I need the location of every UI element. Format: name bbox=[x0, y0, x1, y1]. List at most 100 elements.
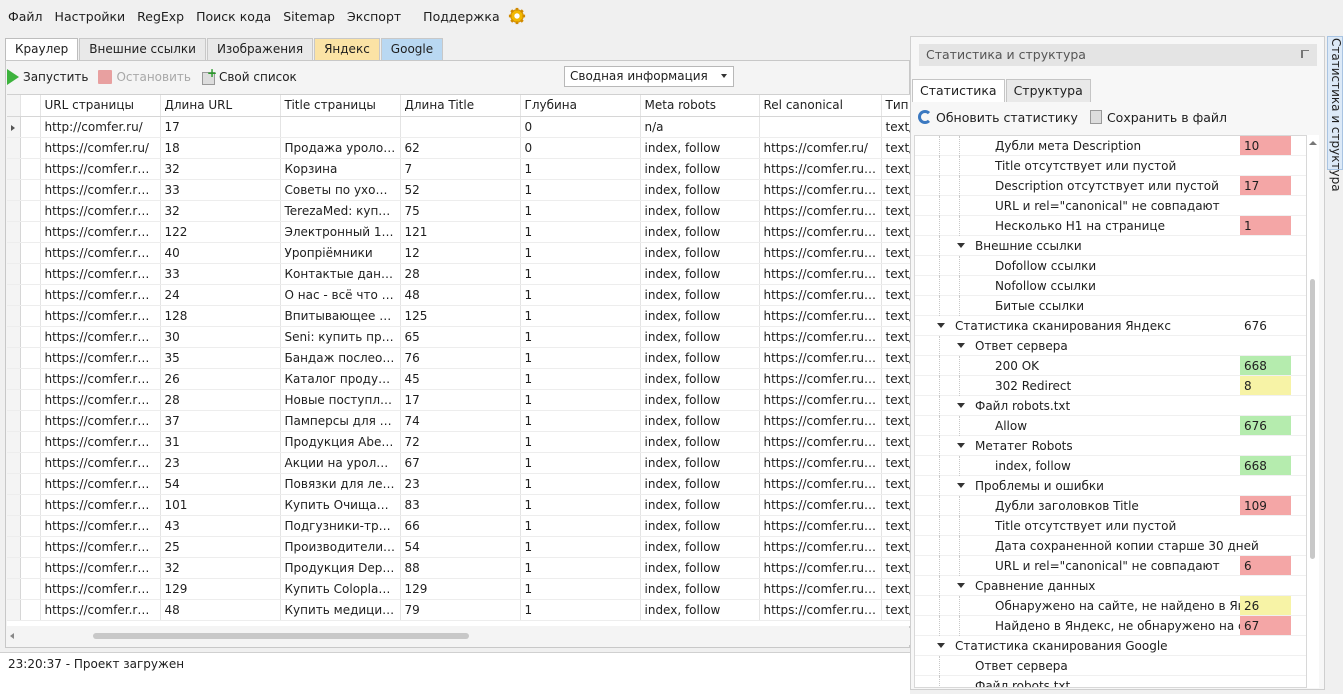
menu-settings[interactable]: Настройки bbox=[49, 9, 132, 24]
cell-url[interactable]: https://comfer.ru/b... bbox=[40, 200, 161, 222]
cell-empty[interactable] bbox=[20, 557, 41, 579]
row-header[interactable] bbox=[7, 599, 21, 621]
cell-rel-canonical[interactable]: https://comfer.ru/c... bbox=[759, 242, 882, 264]
cell-url[interactable]: https://comfer.ru/c... bbox=[40, 410, 161, 432]
tree-scrollbar-thumb[interactable] bbox=[1310, 279, 1315, 559]
view-select[interactable]: Сводная информация bbox=[564, 66, 734, 87]
cell-content-type[interactable]: text/ bbox=[881, 578, 910, 600]
cell-empty[interactable] bbox=[20, 494, 41, 516]
cell-title-length[interactable]: 74 bbox=[400, 410, 521, 432]
cell-title[interactable]: Продукция Depen... bbox=[280, 557, 401, 579]
tree-node[interactable]: Проблемы и ошибки bbox=[915, 476, 1306, 496]
cell-content-type[interactable]: text/ bbox=[881, 557, 910, 579]
cell-url[interactable]: https://comfer.ru/a... bbox=[40, 263, 161, 285]
cell-content-type[interactable]: text/ bbox=[881, 536, 910, 558]
cell-depth[interactable]: 1 bbox=[520, 326, 641, 348]
row-header[interactable] bbox=[7, 410, 21, 432]
cell-url-length[interactable]: 32 bbox=[160, 557, 281, 579]
tree-node[interactable]: index, follow 668 bbox=[915, 456, 1306, 476]
tree-node[interactable]: 302 Redirect 8 bbox=[915, 376, 1306, 396]
table-row[interactable]: https://comfer.ru/c... 122 Электронный 10-… bbox=[7, 221, 910, 243]
column-header-title-length[interactable]: Длина Title bbox=[400, 95, 521, 117]
cell-rel-canonical[interactable]: https://comfer.ru/c... bbox=[759, 599, 882, 621]
tree-node[interactable]: Dofollow ссылки bbox=[915, 256, 1306, 276]
cell-title[interactable]: Корзина bbox=[280, 158, 401, 180]
cell-empty[interactable] bbox=[20, 347, 41, 369]
row-header[interactable] bbox=[7, 116, 21, 138]
cell-title-length[interactable]: 67 bbox=[400, 452, 521, 474]
cell-content-type[interactable]: text/ bbox=[881, 452, 910, 474]
expand-toggle-icon[interactable] bbox=[957, 443, 965, 448]
cell-depth[interactable]: 1 bbox=[520, 263, 641, 285]
cell-title[interactable]: Каталог продукци... bbox=[280, 368, 401, 390]
tree-node[interactable]: Дубли заголовков Title 109 bbox=[915, 496, 1306, 516]
cell-rel-canonical[interactable]: https://comfer.ru/ bbox=[759, 137, 882, 159]
cell-rel-canonical[interactable]: https://comfer.ru/c... bbox=[759, 494, 882, 516]
cell-url-length[interactable]: 128 bbox=[160, 305, 281, 327]
cell-rel-canonical[interactable]: https://comfer.ru/b... bbox=[759, 536, 882, 558]
table-row[interactable]: https://comfer.ru/c... 40 Уропріёмники 12 1 i… bbox=[7, 242, 910, 264]
cell-url-length[interactable]: 33 bbox=[160, 179, 281, 201]
tree-node[interactable]: Статистика сканирования Яндекс 676 bbox=[915, 316, 1306, 336]
scroll-up-icon[interactable] bbox=[1309, 141, 1317, 145]
row-header[interactable] bbox=[7, 494, 21, 516]
start-button[interactable]: Запустить bbox=[7, 69, 88, 85]
cell-url[interactable]: https://comfer.ru/a... bbox=[40, 284, 161, 306]
cell-rel-canonical[interactable] bbox=[759, 116, 882, 138]
cell-url[interactable]: https://comfer.ru/c... bbox=[40, 515, 161, 537]
cell-meta-robots[interactable]: index, follow bbox=[640, 263, 760, 285]
cell-title[interactable]: Советы по уходу з... bbox=[280, 179, 401, 201]
menu-sitemap[interactable]: Sitemap bbox=[277, 9, 341, 24]
cell-depth[interactable]: 1 bbox=[520, 578, 641, 600]
cell-title-length[interactable]: 88 bbox=[400, 557, 521, 579]
cell-title-length[interactable]: 75 bbox=[400, 200, 521, 222]
cell-depth[interactable]: 1 bbox=[520, 473, 641, 495]
expand-toggle-icon[interactable] bbox=[957, 343, 965, 348]
cell-empty[interactable] bbox=[20, 410, 41, 432]
cell-content-type[interactable]: text/ bbox=[881, 179, 910, 201]
cell-title[interactable]: Продажа урологи... bbox=[280, 137, 401, 159]
cell-title[interactable] bbox=[280, 116, 401, 138]
cell-url-length[interactable]: 54 bbox=[160, 473, 281, 495]
cell-title-length[interactable]: 52 bbox=[400, 179, 521, 201]
pin-icon[interactable] bbox=[1301, 50, 1309, 58]
cell-meta-robots[interactable]: index, follow bbox=[640, 515, 760, 537]
cell-url-length[interactable]: 122 bbox=[160, 221, 281, 243]
cell-title-length[interactable]: 17 bbox=[400, 389, 521, 411]
table-row[interactable]: https://comfer.ru/c... 101 Купить Очищающ.… bbox=[7, 494, 910, 516]
cell-rel-canonical[interactable]: https://comfer.ru/c... bbox=[759, 410, 882, 432]
cell-title[interactable]: Подгузники-труси... bbox=[280, 515, 401, 537]
row-header[interactable] bbox=[7, 263, 21, 285]
cell-content-type[interactable]: text/ bbox=[881, 389, 910, 411]
cell-meta-robots[interactable]: index, follow bbox=[640, 347, 760, 369]
cell-rel-canonical[interactable]: https://comfer.ru/c... bbox=[759, 515, 882, 537]
row-header[interactable] bbox=[7, 452, 21, 474]
horizontal-scrollbar[interactable] bbox=[7, 628, 910, 645]
cell-empty[interactable] bbox=[20, 116, 41, 138]
row-header[interactable] bbox=[7, 431, 21, 453]
cell-url[interactable]: http://comfer.ru/ bbox=[40, 116, 161, 138]
cell-empty[interactable] bbox=[20, 284, 41, 306]
cell-title-length[interactable]: 7 bbox=[400, 158, 521, 180]
cell-content-type[interactable]: text/ bbox=[881, 599, 910, 621]
cell-url[interactable]: https://comfer.ru/c... bbox=[40, 242, 161, 264]
expand-toggle-icon[interactable] bbox=[937, 323, 945, 328]
cell-empty[interactable] bbox=[20, 536, 41, 558]
cell-meta-robots[interactable]: index, follow bbox=[640, 284, 760, 306]
cell-depth[interactable]: 1 bbox=[520, 410, 641, 432]
cell-title-length[interactable]: 125 bbox=[400, 305, 521, 327]
cell-title[interactable]: Контактые данны... bbox=[280, 263, 401, 285]
table-row[interactable]: https://comfer.ru/c... 35 Бандаж послеопе.… bbox=[7, 347, 910, 369]
cell-title-length[interactable]: 48 bbox=[400, 284, 521, 306]
cell-url-length[interactable]: 40 bbox=[160, 242, 281, 264]
tree-node[interactable]: Дубли мета Description 10 bbox=[915, 136, 1306, 156]
column-header-rel-canonical[interactable]: Rel canonical bbox=[759, 95, 882, 117]
cell-title-length[interactable]: 121 bbox=[400, 221, 521, 243]
cell-meta-robots[interactable]: index, follow bbox=[640, 389, 760, 411]
table-row[interactable]: https://comfer.ru/p... 32 Корзина 7 1 index, … bbox=[7, 158, 910, 180]
expand-toggle-icon[interactable] bbox=[957, 403, 965, 408]
cell-empty[interactable] bbox=[20, 221, 41, 243]
tree-node[interactable]: Title отсутствует или пустой bbox=[915, 516, 1306, 536]
cell-empty[interactable] bbox=[20, 158, 41, 180]
cell-url-length[interactable]: 48 bbox=[160, 599, 281, 621]
